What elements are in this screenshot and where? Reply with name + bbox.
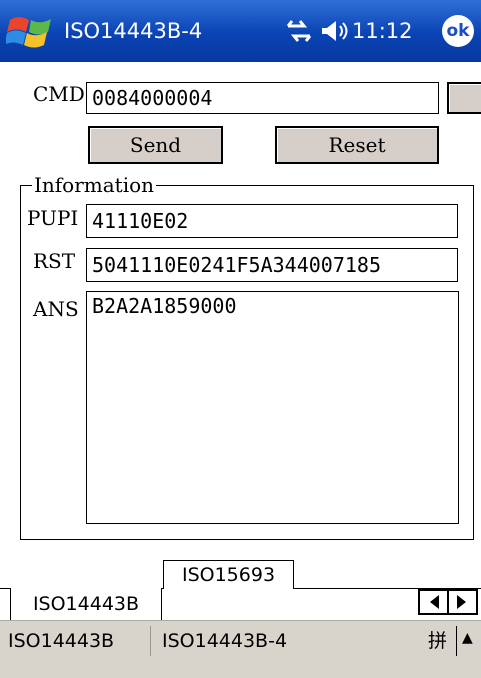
ok-button[interactable]: ok [442, 15, 474, 47]
clock[interactable]: 11:12 [352, 14, 413, 48]
pupi-label: PUPI [27, 206, 79, 230]
ans-textarea[interactable]: B2A2A1859000 [86, 291, 459, 524]
speaker-icon[interactable] [320, 18, 350, 44]
tab-scroll-buttons[interactable] [418, 589, 478, 615]
tab-iso14443b[interactable]: ISO14443B [10, 588, 162, 624]
cmd-label: CMD [33, 82, 85, 106]
ime-indicator[interactable]: 拼 [428, 630, 447, 652]
reset-button[interactable]: Reset [275, 126, 439, 164]
ans-label: ANS [33, 297, 79, 321]
scroll-right-icon [457, 595, 466, 609]
rst-label: RST [33, 249, 76, 273]
connectivity-icon[interactable] [285, 18, 313, 44]
rst-field[interactable]: 5041110E0241F5A344007185 [86, 248, 458, 282]
menu-right[interactable]: ISO14443B-4 [162, 630, 287, 652]
ime-divider [456, 626, 457, 656]
send-button[interactable]: Send [88, 126, 223, 164]
ime-arrow-icon[interactable]: ▲ [462, 627, 473, 649]
cmd-input[interactable]: 0084000004 [86, 82, 439, 114]
cmd-extra-button[interactable] [447, 82, 481, 114]
menu-divider [150, 626, 151, 656]
tab-iso15693[interactable]: ISO15693 [163, 560, 294, 589]
information-legend: Information [32, 173, 157, 197]
scroll-left-icon [430, 595, 439, 609]
app-title: ISO14443B-4 [64, 19, 203, 43]
pupi-field[interactable]: 41110E02 [86, 204, 458, 238]
menu-left[interactable]: ISO14443B [8, 630, 114, 652]
windows-start-icon[interactable] [6, 12, 56, 52]
